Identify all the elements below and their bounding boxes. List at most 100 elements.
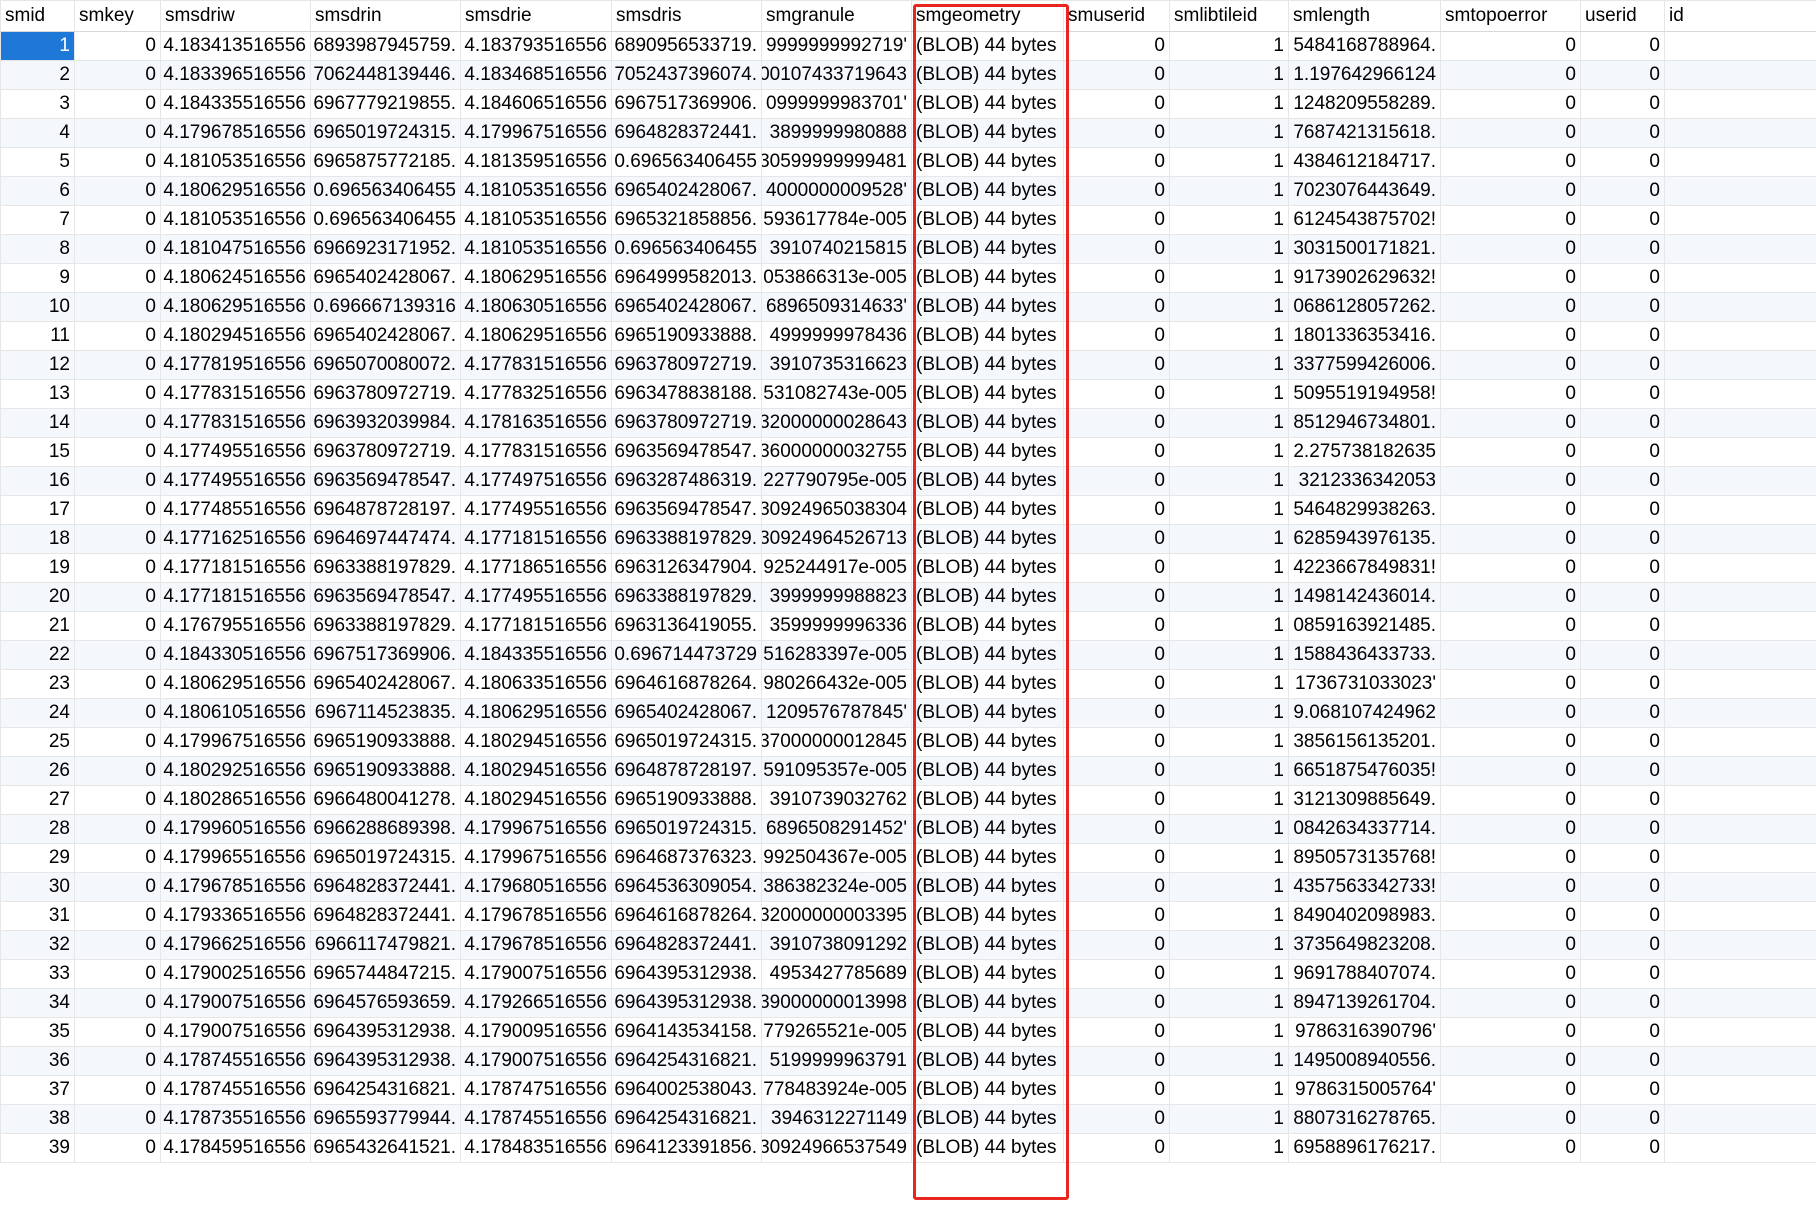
cell-id[interactable] [1664, 959, 1816, 989]
cell-id[interactable] [1664, 785, 1816, 815]
cell-smlibtileid[interactable]: 1 [1169, 1104, 1289, 1134]
cell-smsdriw[interactable]: 4.179960516556 [160, 814, 311, 844]
cell-smlength[interactable]: .8807316278765 [1288, 1104, 1441, 1134]
cell-smid[interactable]: 14 [0, 408, 75, 438]
table-row[interactable]: 1 0 4.183413516556.6893987945759 4.18379351… [0, 31, 1816, 61]
cell-smsdrin[interactable]: .6967779219855 [310, 89, 461, 119]
cell-smsdris[interactable]: .6963780972719 [611, 350, 762, 380]
cell-userid[interactable]: 0 [1580, 263, 1665, 293]
cell-smsdris[interactable]: .6965321858856 [611, 205, 762, 235]
cell-smuserid[interactable]: 0 [1063, 698, 1170, 728]
table-row[interactable]: 37 0 4.178745516556.6964254316821 4.1787475… [0, 1075, 1816, 1105]
cell-smsdrie[interactable]: 4.179967516556 [460, 814, 612, 844]
cell-smid[interactable]: 33 [0, 959, 75, 989]
cell-smgranule[interactable]: '4000000009528 [761, 176, 912, 206]
cell-smkey[interactable]: 0 [74, 1046, 161, 1076]
cell-smlength[interactable]: !6651875476035 [1288, 756, 1441, 786]
column-header-smtopoerror[interactable]: smtopoerror [1440, 0, 1581, 32]
cell-userid[interactable]: 0 [1580, 814, 1665, 844]
cell-smlength[interactable]: .1588436433733 [1288, 640, 1441, 670]
cell-smsdrie[interactable]: 4.180633516556 [460, 669, 612, 699]
cell-smkey[interactable]: 0 [74, 1104, 161, 1134]
column-header-smlibtileid[interactable]: smlibtileid [1169, 0, 1289, 32]
cell-userid[interactable]: 0 [1580, 321, 1665, 351]
cell-smsdriw[interactable]: 4.177181516556 [160, 582, 311, 612]
cell-smtopoerror[interactable]: 0 [1440, 292, 1581, 322]
cell-smsdrin[interactable]: .6963388197829 [310, 553, 461, 583]
cell-id[interactable] [1664, 814, 1816, 844]
cell-smuserid[interactable]: 0 [1063, 959, 1170, 989]
cell-smsdris[interactable]: .6964828372441 [611, 930, 762, 960]
cell-smlibtileid[interactable]: 1 [1169, 640, 1289, 670]
cell-smlibtileid[interactable]: 1 [1169, 669, 1289, 699]
cell-smgeometry[interactable]: (BLOB) 44 bytes [911, 1133, 1064, 1163]
cell-smsdrie[interactable]: 4.183793516556 [460, 31, 612, 61]
cell-smsdris[interactable]: .6965019724315 [611, 814, 762, 844]
cell-smsdrie[interactable]: 4.183468516556 [460, 60, 612, 90]
cell-smtopoerror[interactable]: 0 [1440, 321, 1581, 351]
cell-id[interactable] [1664, 582, 1816, 612]
cell-smsdrin[interactable]: .7062448139446 [310, 60, 461, 90]
cell-smid[interactable]: 31 [0, 901, 75, 931]
cell-userid[interactable]: 0 [1580, 350, 1665, 380]
cell-smid[interactable]: 34 [0, 988, 75, 1018]
cell-userid[interactable]: 0 [1580, 89, 1665, 119]
cell-smsdrie[interactable]: 4.177832516556 [460, 379, 612, 409]
cell-smlength[interactable]: .1248209558289 [1288, 89, 1441, 119]
cell-smsdriw[interactable]: 4.179678516556 [160, 118, 311, 148]
cell-smsdris[interactable]: .6963780972719 [611, 408, 762, 438]
cell-smid[interactable]: 25 [0, 727, 75, 757]
cell-smsdrie[interactable]: 4.179678516556 [460, 930, 612, 960]
cell-smlength[interactable]: !9173902629632 [1288, 263, 1441, 293]
table-row[interactable]: 34 0 4.179007516556.6964576593659 4.1792665… [0, 988, 1816, 1018]
cell-id[interactable] [1664, 205, 1816, 235]
cell-userid[interactable]: 0 [1580, 698, 1665, 728]
cell-smtopoerror[interactable]: 0 [1440, 669, 1581, 699]
cell-smlibtileid[interactable]: 1 [1169, 31, 1289, 61]
cell-smkey[interactable]: 0 [74, 350, 161, 380]
cell-smgranule[interactable]: '6896509314633 [761, 292, 912, 322]
cell-smsdrin[interactable]: .6965432641521 [310, 1133, 461, 1163]
cell-smgeometry[interactable]: (BLOB) 44 bytes [911, 205, 1064, 235]
cell-id[interactable] [1664, 611, 1816, 641]
cell-smgeometry[interactable]: (BLOB) 44 bytes [911, 727, 1064, 757]
cell-smkey[interactable]: 0 [74, 234, 161, 264]
cell-smlength[interactable]: .8947139261704 [1288, 988, 1441, 1018]
cell-smgeometry[interactable]: (BLOB) 44 bytes [911, 176, 1064, 206]
cell-id[interactable] [1664, 698, 1816, 728]
table-row[interactable]: 28 0 4.179960516556.6966288689398 4.1799675… [0, 814, 1816, 844]
table-row[interactable]: 12 0 4.177819516556.6965070080072 4.1778315… [0, 350, 1816, 380]
cell-id[interactable] [1664, 495, 1816, 525]
cell-smlibtileid[interactable]: 1 [1169, 205, 1289, 235]
cell-userid[interactable]: 0 [1580, 379, 1665, 409]
table-row[interactable]: 22 0 4.184330516556.6967517369906 4.1843355… [0, 640, 1816, 670]
cell-smsdrie[interactable]: 4.180629516556 [460, 698, 612, 728]
cell-smlibtileid[interactable]: 1 [1169, 756, 1289, 786]
table-row[interactable]: 36 0 4.178745516556.6964395312938 4.1790075… [0, 1046, 1816, 1076]
cell-smlibtileid[interactable]: 1 [1169, 1046, 1289, 1076]
cell-smid[interactable]: 26 [0, 756, 75, 786]
cell-smkey[interactable]: 0 [74, 437, 161, 467]
cell-smuserid[interactable]: 0 [1063, 727, 1170, 757]
cell-smkey[interactable]: 0 [74, 988, 161, 1018]
cell-smsdrin[interactable]: .6965593779944 [310, 1104, 461, 1134]
cell-smgeometry[interactable]: (BLOB) 44 bytes [911, 234, 1064, 264]
cell-smuserid[interactable]: 0 [1063, 350, 1170, 380]
cell-smid[interactable]: 29 [0, 843, 75, 873]
cell-smgeometry[interactable]: (BLOB) 44 bytes [911, 872, 1064, 902]
cell-smsdrin[interactable]: .6966117479821 [310, 930, 461, 960]
table-row[interactable]: 29 0 4.179965516556.6965019724315 4.1799675… [0, 843, 1816, 873]
cell-id[interactable] [1664, 930, 1816, 960]
cell-smsdris[interactable]: .6890956533719 [611, 31, 762, 61]
cell-smsdriw[interactable]: 4.180610516556 [160, 698, 311, 728]
cell-smsdris[interactable]: .6963287486319 [611, 466, 762, 496]
cell-smtopoerror[interactable]: 0 [1440, 118, 1581, 148]
cell-smtopoerror[interactable]: 0 [1440, 495, 1581, 525]
cell-smkey[interactable]: 0 [74, 1017, 161, 1047]
cell-smlength[interactable]: .8490402098983 [1288, 901, 1441, 931]
cell-smsdriw[interactable]: 4.176795516556 [160, 611, 311, 641]
cell-smlength[interactable]: .3377599426006 [1288, 350, 1441, 380]
cell-smsdris[interactable]: .6964123391856 [611, 1133, 762, 1163]
cell-smlibtileid[interactable]: 1 [1169, 814, 1289, 844]
cell-smsdrie[interactable]: 4.181359516556 [460, 147, 612, 177]
